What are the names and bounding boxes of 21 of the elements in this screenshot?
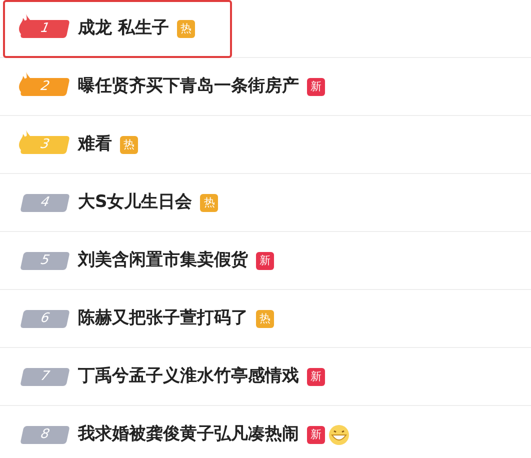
topic-title[interactable]: 难看: [78, 132, 112, 158]
topic-title[interactable]: 丁禹兮孟子义淮水竹亭感情戏: [78, 364, 299, 390]
topic-tag: 热: [200, 194, 218, 212]
rank-badge: 6: [20, 310, 70, 328]
topic-title[interactable]: 刘美含闲置市集卖假货: [78, 248, 248, 274]
topic-tag: 新: [307, 368, 325, 386]
rank-badge: 4: [20, 194, 70, 212]
rank-badge: 7: [20, 368, 70, 386]
topic-tag: 新: [307, 78, 325, 96]
topic-title[interactable]: 大S女儿生日会: [78, 190, 192, 216]
rank-badge: 8: [20, 426, 70, 444]
topic-tag: 热: [120, 136, 138, 154]
topic-tag: 新: [256, 252, 274, 270]
topic-tag: 热: [176, 20, 195, 38]
topic-title[interactable]: 我求婚被龚俊黄子弘凡凑热闹: [78, 422, 299, 448]
topic-tag: 热: [256, 310, 274, 328]
rank-badge: 5: [20, 252, 70, 270]
topic-title[interactable]: 曝任贤齐买下青岛一条街房产: [78, 74, 299, 100]
topic-title[interactable]: 陈赫又把张子萱打码了: [78, 306, 248, 332]
topic-title[interactable]: 成龙 私生子: [78, 16, 169, 42]
topic-tag: 新: [307, 426, 325, 444]
